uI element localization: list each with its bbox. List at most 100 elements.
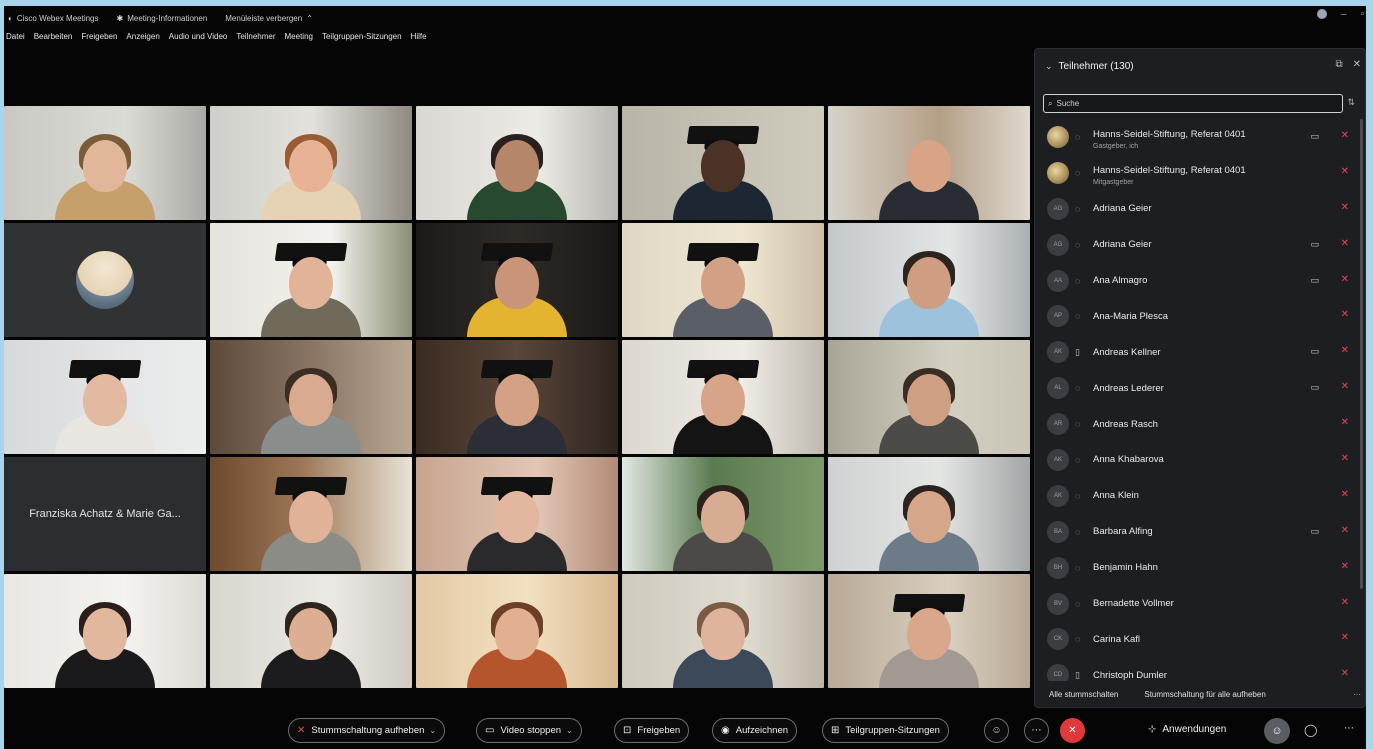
hide-menu-button[interactable]: Menüleiste verbergen ⌃	[225, 14, 317, 23]
video-tile-avatar[interactable]	[4, 223, 206, 337]
scrollbar[interactable]	[1360, 119, 1363, 589]
more-options-icon[interactable]: ⋯	[1353, 690, 1361, 699]
share-button[interactable]: ⊡ Freigeben	[614, 718, 690, 743]
chevron-down-icon[interactable]: ⌄	[566, 726, 573, 735]
list-item[interactable]: ◌ Hanns-Seidel-Stiftung, Referat 0401 Gas…	[1035, 119, 1365, 155]
list-item[interactable]: BH ◌ Benjamin Hahn ✕	[1035, 550, 1365, 586]
chevron-down-icon[interactable]: ⌄	[429, 726, 436, 735]
more-icon[interactable]: ⋯	[1024, 718, 1049, 743]
muted-mic-icon[interactable]: ✕	[1341, 345, 1349, 356]
video-tile[interactable]	[828, 223, 1030, 337]
muted-mic-icon[interactable]: ✕	[1341, 309, 1349, 320]
reactions-icon[interactable]: ☺	[984, 718, 1009, 743]
list-item[interactable]: CK ◌ Carina Kafl ✕	[1035, 621, 1365, 657]
menu-item-meeting[interactable]: Meeting	[285, 32, 313, 48]
video-tile[interactable]	[4, 340, 206, 454]
list-item[interactable]: CD ▯ Christoph Dumler ✕	[1035, 657, 1365, 681]
menu-item-file[interactable]: Datei	[6, 32, 25, 48]
apps-icon: ⊹	[1148, 724, 1157, 735]
video-tile[interactable]	[210, 106, 412, 220]
list-item[interactable]: AK ◌ Anna Khabarova ✕	[1035, 442, 1365, 478]
list-item[interactable]: AG ◌ Adriana Geier ▭ ✕	[1035, 227, 1365, 263]
video-tile[interactable]	[622, 106, 824, 220]
muted-mic-icon[interactable]: ✕	[1341, 166, 1349, 177]
video-tile[interactable]	[416, 340, 618, 454]
list-item[interactable]: AG ◌ Adriana Geier ✕	[1035, 191, 1365, 227]
menu-item-breakout[interactable]: Teilgruppen-Sitzungen	[322, 32, 402, 48]
video-tile[interactable]	[828, 457, 1030, 571]
video-tile[interactable]	[210, 340, 412, 454]
list-item[interactable]: AP ◌ Ana-Maria Plesca ✕	[1035, 298, 1365, 334]
search-input[interactable]: ⌕ Suche	[1043, 94, 1343, 113]
minimize-icon[interactable]: –	[1341, 9, 1347, 20]
menu-item-share[interactable]: Freigeben	[81, 32, 117, 48]
video-tile[interactable]	[828, 340, 1030, 454]
muted-mic-icon[interactable]: ✕	[1341, 525, 1349, 536]
video-tile[interactable]	[416, 106, 618, 220]
video-tile[interactable]	[210, 574, 412, 688]
window-controls: – ▫	[1316, 9, 1364, 20]
video-tile[interactable]	[416, 223, 618, 337]
muted-mic-icon[interactable]: ✕	[1341, 668, 1349, 679]
participants-icon[interactable]: ☺	[1264, 718, 1290, 744]
muted-mic-icon[interactable]: ✕	[1341, 417, 1349, 428]
list-item[interactable]: AA ◌ Ana Almagro ▭ ✕	[1035, 263, 1365, 299]
muted-mic-icon[interactable]: ✕	[1341, 274, 1349, 285]
video-tile[interactable]	[622, 223, 824, 337]
list-item[interactable]: AK ◌ Anna Klein ✕	[1035, 478, 1365, 514]
stop-video-button[interactable]: ▭ Video stoppen ⌄	[476, 718, 582, 743]
video-tile[interactable]	[416, 574, 618, 688]
video-tile[interactable]	[622, 574, 824, 688]
menu-item-view[interactable]: Anzeigen	[126, 32, 159, 48]
maximize-icon[interactable]: ▫	[1360, 9, 1364, 20]
unmute-all-button[interactable]: Stummschaltung für alle aufheben	[1144, 690, 1265, 699]
muted-mic-icon[interactable]: ✕	[1341, 632, 1349, 643]
list-item[interactable]: AR ◌ Andreas Rasch ✕	[1035, 406, 1365, 442]
chat-icon[interactable]: ◯	[1304, 723, 1317, 737]
video-tile[interactable]	[4, 106, 206, 220]
list-item[interactable]: BA ◌ Barbara Alfing ▭ ✕	[1035, 514, 1365, 550]
video-tile[interactable]	[210, 223, 412, 337]
muted-mic-icon[interactable]: ✕	[1341, 381, 1349, 392]
mute-all-button[interactable]: Alle stummschalten	[1049, 690, 1118, 699]
video-tile[interactable]	[622, 457, 824, 571]
video-tile[interactable]	[210, 457, 412, 571]
apps-button[interactable]: ⊹ Anwendungen	[1148, 724, 1226, 735]
video-tile[interactable]	[828, 106, 1030, 220]
camera-icon: ▭	[1310, 274, 1319, 285]
menu-item-edit[interactable]: Bearbeiten	[34, 32, 73, 48]
share-screen-icon: ⊡	[623, 725, 632, 736]
list-item[interactable]: BV ◌ Bernadette Vollmer ✕	[1035, 586, 1365, 622]
menu-item-audio-video[interactable]: Audio und Video	[169, 32, 228, 48]
unmute-button[interactable]: ✕ Stummschaltung aufheben ⌄	[288, 718, 446, 743]
record-button[interactable]: ◉ Aufzeichnen	[712, 718, 798, 743]
status-icon[interactable]	[1316, 9, 1327, 19]
muted-mic-icon[interactable]: ✕	[1341, 489, 1349, 500]
muted-mic-icon[interactable]: ✕	[1341, 130, 1349, 141]
video-tile[interactable]	[4, 574, 206, 688]
video-tile[interactable]	[828, 574, 1030, 688]
menu-item-help[interactable]: Hilfe	[411, 32, 427, 48]
list-item[interactable]: ◌ Hanns-Seidel-Stiftung, Referat 0401 Mit…	[1035, 155, 1365, 191]
popout-icon[interactable]: ⧉	[1335, 59, 1342, 70]
muted-mic-icon[interactable]: ✕	[1341, 453, 1349, 464]
video-tile[interactable]	[416, 457, 618, 571]
sort-icon[interactable]: ⇅	[1347, 97, 1355, 108]
audio-icon: ◌	[1075, 526, 1081, 537]
muted-mic-icon[interactable]: ✕	[1341, 202, 1349, 213]
close-icon[interactable]: ✕	[1353, 59, 1361, 70]
muted-mic-icon[interactable]: ✕	[1341, 238, 1349, 249]
chevron-down-icon[interactable]: ⌄	[1045, 61, 1053, 72]
breakout-label: Teilgruppen-Sitzungen	[845, 725, 940, 736]
muted-mic-icon[interactable]: ✕	[1341, 561, 1349, 572]
breakout-button[interactable]: ⊞ Teilgruppen-Sitzungen	[822, 718, 949, 743]
end-call-button[interactable]: ✕	[1060, 718, 1085, 743]
meeting-info-button[interactable]: ✱ Meeting-Informationen	[117, 14, 208, 23]
list-item[interactable]: AL ◌ Andreas Lederer ▭ ✕	[1035, 370, 1365, 406]
more-options-icon[interactable]: ⋯	[1344, 723, 1354, 734]
menu-item-participants[interactable]: Teilnehmer	[236, 32, 275, 48]
video-tile[interactable]	[622, 340, 824, 454]
video-tile-name-only[interactable]: Franziska Achatz & Marie Ga...	[4, 457, 206, 571]
muted-mic-icon[interactable]: ✕	[1341, 597, 1349, 608]
list-item[interactable]: AK ▯ Andreas Kellner ▭ ✕	[1035, 334, 1365, 370]
